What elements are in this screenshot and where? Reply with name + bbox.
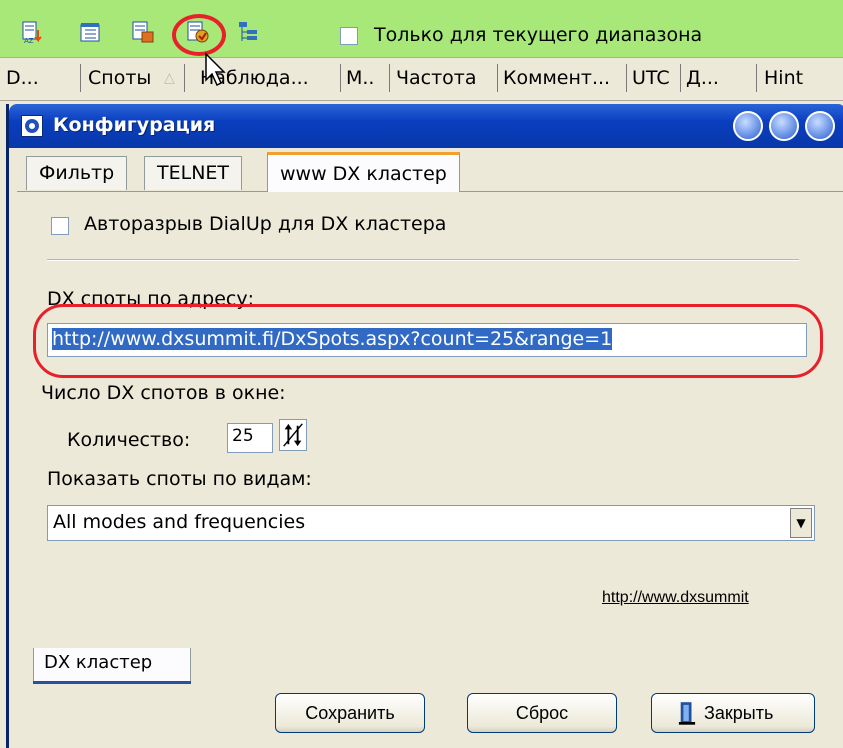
column-divider[interactable]: [184, 64, 185, 92]
column-header[interactable]: Hint: [764, 67, 803, 89]
mode-select[interactable]: All modes and frequencies ▼: [47, 505, 815, 541]
reset-button[interactable]: Сброс: [467, 693, 617, 733]
sort-arrow-icon: △: [164, 70, 175, 86]
tab-filter[interactable]: Фильтр: [26, 156, 128, 190]
exit-door-icon: [678, 702, 696, 725]
column-header[interactable]: D...: [6, 67, 39, 89]
tab-telnet[interactable]: TELNET: [144, 156, 243, 190]
main-toolbar: AZ Только для текущего диапазона: [0, 0, 843, 58]
tab-accent: [33, 681, 191, 684]
spots-count-label: Число DX спотов в окне:: [41, 382, 286, 404]
dropdown-arrow-icon[interactable]: ▼: [790, 508, 812, 538]
cluster-config-icon[interactable]: [186, 20, 210, 44]
column-divider[interactable]: [756, 64, 757, 92]
column-divider[interactable]: [80, 64, 81, 92]
column-header[interactable]: Частота: [396, 67, 477, 89]
window-title: Конфигурация: [53, 114, 216, 136]
column-divider[interactable]: [626, 64, 627, 92]
quantity-label: Количество:: [67, 429, 191, 451]
column-header[interactable]: Наблюда...: [200, 67, 309, 89]
notepad-icon[interactable]: [78, 20, 102, 44]
column-header[interactable]: M..: [346, 67, 374, 89]
close-button[interactable]: Закрыть: [651, 693, 815, 733]
column-header[interactable]: UTC: [632, 67, 670, 89]
column-header[interactable]: Споты: [88, 67, 151, 89]
close-window-button[interactable]: [805, 111, 835, 141]
svg-text:AZ: AZ: [24, 37, 34, 44]
minimize-button[interactable]: [733, 111, 763, 141]
column-header[interactable]: Коммент...: [503, 67, 610, 89]
spots-address-value: http://www.dxsummit.fi/DxSpots.aspx?coun…: [52, 328, 613, 350]
save-button[interactable]: Сохранить: [275, 693, 425, 733]
column-divider[interactable]: [497, 64, 498, 92]
column-divider[interactable]: [680, 64, 681, 92]
tab-www-dx-cluster[interactable]: www DX кластер: [267, 152, 460, 192]
spin-arrows-icon: [283, 423, 303, 447]
close-button-label: Закрыть: [704, 703, 774, 723]
autodisconnect-label: Авторазрыв DialUp для DX кластера: [84, 213, 447, 235]
divider: [47, 259, 799, 261]
column-divider[interactable]: [340, 64, 341, 92]
quantity-input[interactable]: 25: [227, 423, 273, 453]
only-current-range-label: Только для текущего диапазона: [374, 24, 703, 46]
tab-dx-cluster[interactable]: DX кластер: [33, 648, 191, 684]
tree-icon[interactable]: [236, 20, 260, 44]
spots-address-input[interactable]: http://www.dxsummit.fi/DxSpots.aspx?coun…: [47, 323, 807, 357]
window-titlebar[interactable]: Конфигурация: [9, 104, 843, 148]
show-by-mode-label: Показать споты по видам:: [47, 468, 312, 490]
column-divider[interactable]: [389, 64, 390, 92]
app-icon: [21, 115, 43, 137]
config-window: Конфигурация Фильтр TELNET www DX класте…: [6, 104, 843, 748]
spots-column-header: D... Споты △ Наблюда... M.. Частота Комм…: [0, 58, 843, 101]
autodisconnect-checkbox[interactable]: [51, 217, 69, 235]
dxsummit-link[interactable]: http://www.dxsummit: [602, 589, 749, 607]
mode-select-value: All modes and frequencies: [53, 511, 306, 533]
only-current-range-checkbox[interactable]: [340, 27, 358, 45]
sort-icon[interactable]: AZ: [20, 20, 44, 44]
column-header[interactable]: Д...: [686, 67, 719, 89]
export-icon[interactable]: [131, 20, 155, 44]
maximize-button[interactable]: [769, 111, 799, 141]
quantity-spinner[interactable]: [279, 419, 307, 451]
spots-address-label: DX споты по адресу:: [47, 288, 254, 310]
